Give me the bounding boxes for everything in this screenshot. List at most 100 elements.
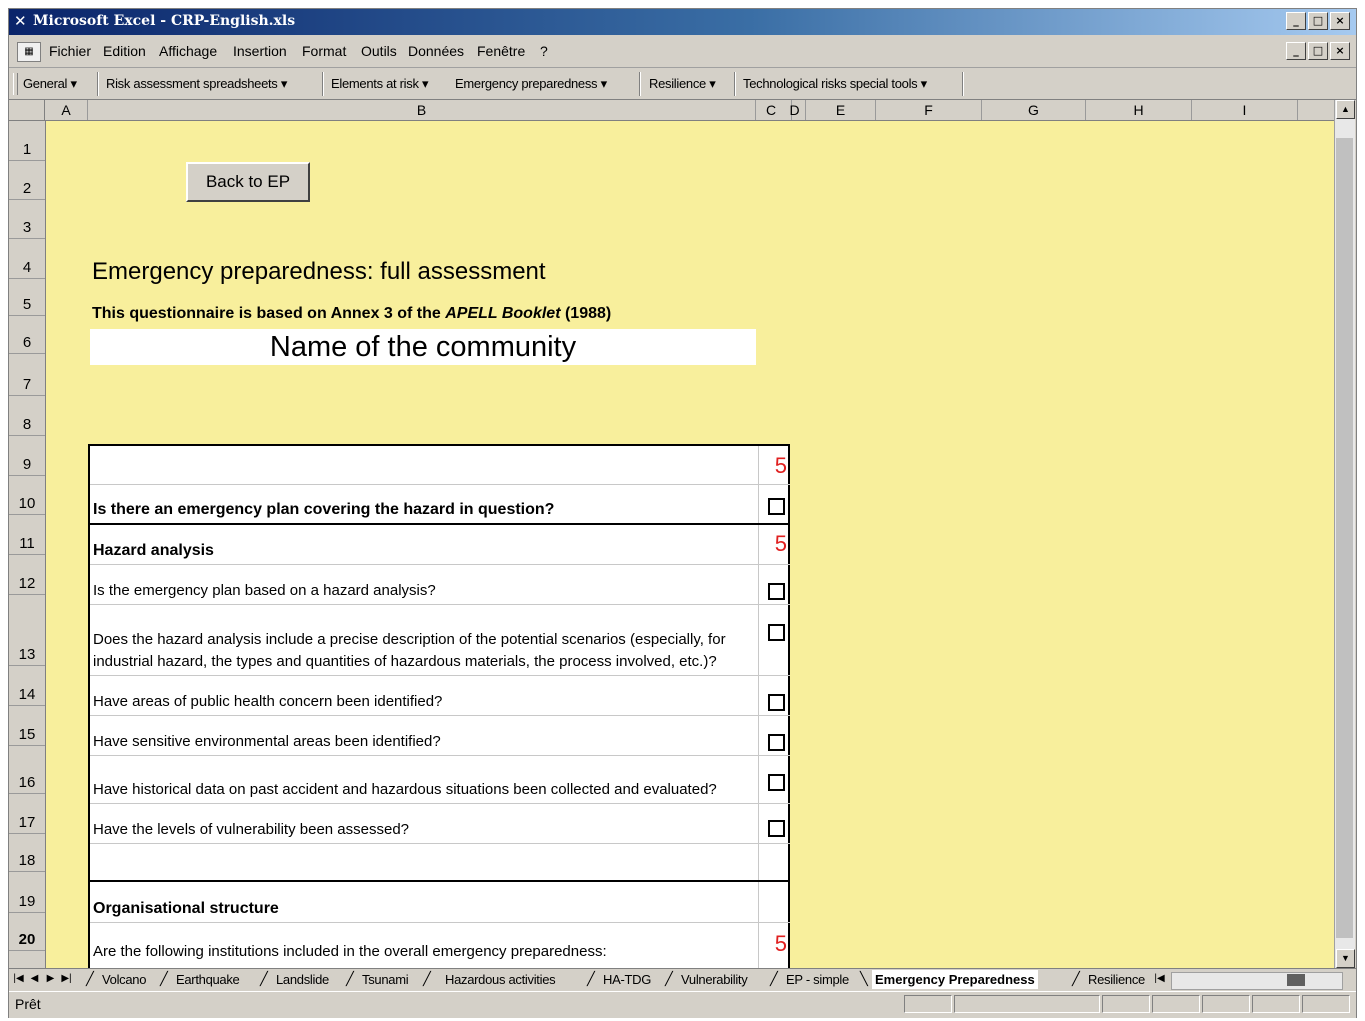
section-score: 5	[774, 453, 787, 478]
first-sheet-icon[interactable]: |◀	[12, 972, 25, 986]
select-all-corner[interactable]	[9, 100, 45, 120]
empty-cell[interactable]	[758, 844, 791, 880]
doc-restore-button[interactable]: □	[1308, 42, 1328, 60]
menu-insertion[interactable]: Insertion	[233, 43, 287, 59]
tab-separator: ╱	[346, 971, 354, 986]
checkbox[interactable]	[768, 583, 785, 600]
column-header-b[interactable]: B	[88, 100, 756, 120]
back-to-ep-button[interactable]: Back to EP	[186, 162, 310, 202]
tab-scroll-left-icon[interactable]: |◀	[1153, 972, 1166, 986]
column-header-e[interactable]: E	[806, 100, 876, 120]
checkbox[interactable]	[768, 774, 785, 791]
row-header[interactable]: 11	[9, 515, 45, 555]
column-header-i[interactable]: I	[1192, 100, 1298, 120]
row-header[interactable]: 12	[9, 555, 45, 595]
row-header[interactable]: 16	[9, 746, 45, 794]
last-sheet-icon[interactable]: ▶|	[60, 972, 73, 986]
doc-minimize-button[interactable]: _	[1286, 42, 1306, 60]
prev-sheet-icon[interactable]: ◀	[28, 972, 41, 986]
maximize-button[interactable]: □	[1308, 12, 1328, 30]
row-header[interactable]: 18	[9, 834, 45, 872]
checkbox[interactable]	[768, 624, 785, 641]
horizontal-scroll-thumb[interactable]	[1287, 974, 1305, 986]
source-booklet-title: APELL Booklet	[445, 305, 561, 322]
doc-close-button[interactable]: ×	[1330, 42, 1350, 60]
table-row: Have areas of public health concern been…	[90, 676, 790, 716]
tab-ha-tdg[interactable]: HA-TDG	[603, 970, 651, 989]
menu-affichage[interactable]: Affichage	[159, 43, 217, 59]
row-header[interactable]: 3	[9, 200, 45, 239]
row-header[interactable]: 2	[9, 161, 45, 200]
toolbar-separator	[97, 72, 99, 96]
column-header-g[interactable]: G	[982, 100, 1086, 120]
row-header[interactable]: 6	[9, 316, 45, 354]
tab-resilience[interactable]: Resilience	[1088, 970, 1145, 989]
worksheet-area[interactable]: Back to EP Emergency preparedness: full …	[46, 121, 1334, 968]
question-hazard-analysis-basis: Is the emergency plan based on a hazard …	[93, 582, 436, 599]
tab-hazardous-activities[interactable]: Hazardous activities	[445, 970, 556, 989]
row-header[interactable]: 19	[9, 872, 45, 913]
menu-format[interactable]: Format	[302, 43, 346, 59]
row-header[interactable]: 1	[9, 121, 45, 161]
menu-edition[interactable]: Edition	[103, 43, 146, 59]
score-cell[interactable]: 5	[758, 525, 791, 564]
menu-help[interactable]: ?	[540, 43, 548, 59]
toolbar-general[interactable]: General ▾	[23, 76, 77, 92]
tab-landslide[interactable]: Landslide	[276, 970, 329, 989]
toolbar-technological-risks[interactable]: Technological risks special tools ▾	[743, 76, 927, 92]
toolbar-separator	[734, 72, 736, 96]
menu-fenetre[interactable]: Fenêtre	[477, 43, 525, 59]
row-header[interactable]: 4	[9, 239, 45, 279]
column-header-f[interactable]: F	[876, 100, 982, 120]
empty-cell[interactable]	[758, 882, 791, 922]
row-header[interactable]: 20	[9, 913, 45, 951]
column-header-a[interactable]: A	[45, 100, 88, 120]
horizontal-scrollbar[interactable]	[1171, 972, 1343, 990]
checkbox[interactable]	[768, 734, 785, 751]
menu-fichier[interactable]: Fichier	[49, 43, 91, 59]
community-name-field[interactable]: Name of the community	[90, 329, 756, 365]
toolbar-resilience[interactable]: Resilience ▾	[649, 76, 716, 92]
tab-vulnerability[interactable]: Vulnerability	[681, 970, 748, 989]
row-header[interactable]: 9	[9, 436, 45, 476]
column-header-h[interactable]: H	[1086, 100, 1192, 120]
row-header[interactable]: 10	[9, 476, 45, 515]
scroll-up-arrow-icon[interactable]: ▲	[1336, 100, 1355, 119]
toolbar-emergency-preparedness[interactable]: Emergency preparedness ▾	[455, 76, 607, 92]
checkbox[interactable]	[768, 820, 785, 837]
tab-emergency-preparedness[interactable]: Emergency Preparedness	[872, 970, 1038, 989]
menu-outils[interactable]: Outils	[361, 43, 397, 59]
next-sheet-icon[interactable]: ▶	[44, 972, 57, 986]
score-cell[interactable]: 5	[758, 446, 791, 484]
tab-ep-simple[interactable]: EP - simple	[786, 970, 849, 989]
checkbox[interactable]	[768, 498, 785, 515]
workbook-icon[interactable]: ▦	[17, 42, 41, 62]
row-header[interactable]: 13	[9, 595, 45, 666]
close-button[interactable]: ×	[1330, 12, 1350, 30]
row-header[interactable]: 15	[9, 706, 45, 746]
score-cell[interactable]: 5	[758, 923, 791, 968]
row-header[interactable]: 7	[9, 354, 45, 396]
checkbox[interactable]	[768, 694, 785, 711]
column-header-d[interactable]: D	[784, 100, 806, 120]
tab-separator: ╱	[260, 971, 268, 986]
tab-volcano[interactable]: Volcano	[102, 970, 146, 989]
row-header[interactable]: 14	[9, 666, 45, 706]
minimize-button[interactable]: _	[1286, 12, 1306, 30]
vertical-scrollbar[interactable]: ▲ ▼	[1334, 100, 1355, 968]
row-header[interactable]: 8	[9, 396, 45, 436]
toolbar-grip[interactable]	[13, 73, 18, 95]
row-header[interactable]: 17	[9, 794, 45, 834]
tab-separator: ╱	[423, 971, 431, 986]
table-row: Is the emergency plan based on a hazard …	[90, 565, 790, 605]
scroll-thumb[interactable]	[1336, 138, 1353, 938]
row-header[interactable]: 5	[9, 279, 45, 316]
toolbar-risk-assessment[interactable]: Risk assessment spreadsheets ▾	[106, 76, 287, 92]
tab-tsunami[interactable]: Tsunami	[362, 970, 409, 989]
tab-earthquake[interactable]: Earthquake	[176, 970, 240, 989]
question-emergency-plan: Is there an emergency plan covering the …	[93, 501, 555, 518]
toolbar-elements-at-risk[interactable]: Elements at risk ▾	[331, 76, 429, 92]
table-row: Hazard analysis 5	[90, 525, 790, 565]
menu-donnees[interactable]: Données	[408, 43, 464, 59]
scroll-down-arrow-icon[interactable]: ▼	[1336, 949, 1355, 968]
